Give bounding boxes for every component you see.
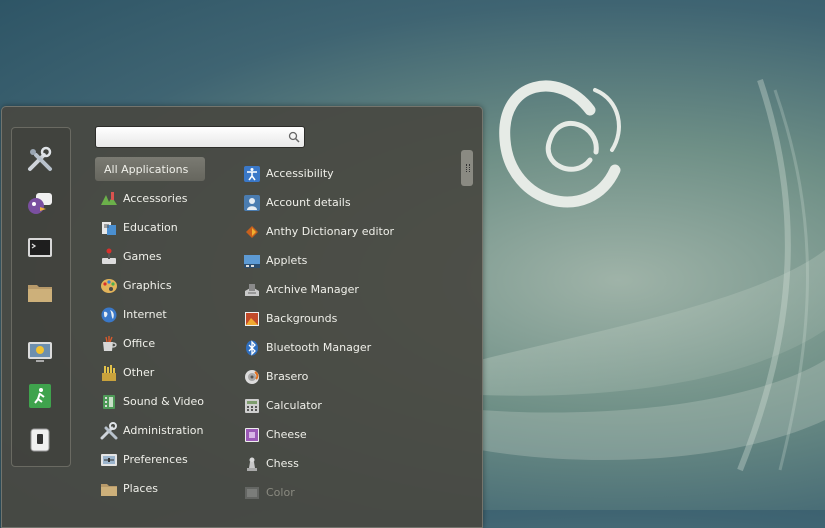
category-label: Accessories	[123, 192, 188, 205]
category-graphics[interactable]: Graphics	[95, 271, 235, 300]
favorite-terminal[interactable]	[24, 232, 56, 264]
app-cheese[interactable]: Cheese	[242, 420, 457, 449]
logout-exit-icon	[29, 384, 51, 408]
app-label: Archive Manager	[266, 283, 359, 296]
favorite-home-folder[interactable]	[24, 276, 56, 308]
logout-button[interactable]	[24, 380, 56, 412]
category-label: Games	[123, 250, 162, 263]
category-label: Education	[123, 221, 178, 234]
lock-screen-button[interactable]	[24, 336, 56, 368]
category-label: Sound & Video	[123, 395, 205, 408]
archive-manager-icon	[244, 282, 260, 298]
places-icon	[100, 480, 118, 498]
calculator-icon	[244, 398, 260, 414]
app-list-scrollbar[interactable]	[461, 150, 473, 186]
app-account-details[interactable]: Account details	[242, 188, 457, 217]
office-icon	[100, 335, 118, 353]
app-calculator[interactable]: Calculator	[242, 391, 457, 420]
scrollbar-grip	[466, 164, 470, 172]
app-accessibility[interactable]: Accessibility	[242, 159, 457, 188]
category-label: Administration	[123, 424, 204, 437]
accessories-icon	[100, 190, 118, 208]
category-internet[interactable]: Internet	[95, 300, 235, 329]
app-label: Accessibility	[266, 167, 334, 180]
category-games[interactable]: Games	[95, 242, 235, 271]
category-all-applications[interactable]: All Applications	[95, 157, 205, 181]
app-label: Cheese	[266, 428, 307, 441]
graphics-icon	[100, 277, 118, 295]
app-applets[interactable]: Applets	[242, 246, 457, 275]
category-administration[interactable]: Administration	[95, 416, 235, 445]
shutdown-button[interactable]	[24, 424, 56, 456]
settings-tools-icon	[28, 146, 52, 171]
app-label: Chess	[266, 457, 299, 470]
app-chess[interactable]: Chess	[242, 449, 457, 478]
screensaver-lock-icon	[28, 342, 52, 362]
app-brasero[interactable]: Brasero	[242, 362, 457, 391]
category-label: Places	[123, 482, 158, 495]
education-icon	[100, 219, 118, 237]
app-label: Anthy Dictionary editor	[266, 225, 395, 238]
backgrounds-icon	[244, 311, 260, 327]
category-label: Preferences	[123, 453, 188, 466]
administration-icon	[100, 421, 118, 440]
terminal-icon	[28, 238, 52, 257]
category-accessories[interactable]: Accessories	[95, 184, 235, 213]
search-box[interactable]	[95, 126, 305, 148]
favorites-panel	[11, 127, 71, 467]
other-icon	[100, 364, 118, 382]
accessibility-icon	[244, 165, 260, 182]
app-archive-manager[interactable]: Archive Manager	[242, 275, 457, 304]
app-backgrounds[interactable]: Backgrounds	[242, 304, 457, 333]
category-education[interactable]: Education	[95, 213, 235, 242]
app-color[interactable]: Color	[242, 478, 457, 507]
category-label: All Applications	[104, 162, 189, 176]
favorite-settings[interactable]	[24, 143, 56, 175]
search-icon	[288, 131, 300, 143]
debian-swirl-logo	[499, 80, 621, 208]
category-preferences[interactable]: Preferences	[95, 445, 235, 474]
category-office[interactable]: Office	[95, 329, 235, 358]
bluetooth-icon	[244, 339, 260, 356]
category-sound-video[interactable]: Sound & Video	[95, 387, 235, 416]
app-label: Color	[266, 486, 295, 499]
anthy-dictionary-icon	[244, 224, 260, 240]
app-label: Backgrounds	[266, 312, 338, 325]
search-input[interactable]	[100, 129, 280, 145]
category-label: Graphics	[123, 279, 172, 292]
category-label: Other	[123, 366, 155, 379]
preferences-icon	[100, 451, 118, 469]
category-other[interactable]: Other	[95, 358, 235, 387]
shutdown-icon	[30, 428, 50, 452]
category-label: Internet	[123, 308, 167, 321]
folder-icon	[28, 285, 52, 302]
games-icon	[100, 248, 118, 266]
category-list: All Applications Accessories Education G…	[95, 157, 235, 503]
category-label: Office	[123, 337, 156, 350]
favorite-pidgin[interactable]	[24, 187, 56, 219]
brasero-icon	[244, 369, 260, 385]
application-menu: All Applications Accessories Education G…	[1, 106, 483, 528]
chess-icon	[244, 456, 260, 472]
color-icon	[244, 485, 260, 501]
application-list: Accessibility Account details Anthy Dict…	[242, 159, 457, 507]
app-label: Bluetooth Manager	[266, 341, 372, 354]
applets-icon	[244, 253, 260, 269]
app-label: Applets	[266, 254, 308, 267]
app-label: Calculator	[266, 399, 322, 412]
app-label: Account details	[266, 196, 351, 209]
app-bluetooth-manager[interactable]: Bluetooth Manager	[242, 333, 457, 362]
app-anthy-dictionary-editor[interactable]: Anthy Dictionary editor	[242, 217, 457, 246]
app-label: Brasero	[266, 370, 309, 383]
category-places[interactable]: Places	[95, 474, 235, 503]
internet-icon	[100, 306, 118, 324]
account-details-icon	[244, 194, 260, 211]
pidgin-chat-icon	[28, 193, 52, 214]
sound-video-icon	[100, 393, 118, 411]
cheese-icon	[244, 427, 260, 443]
